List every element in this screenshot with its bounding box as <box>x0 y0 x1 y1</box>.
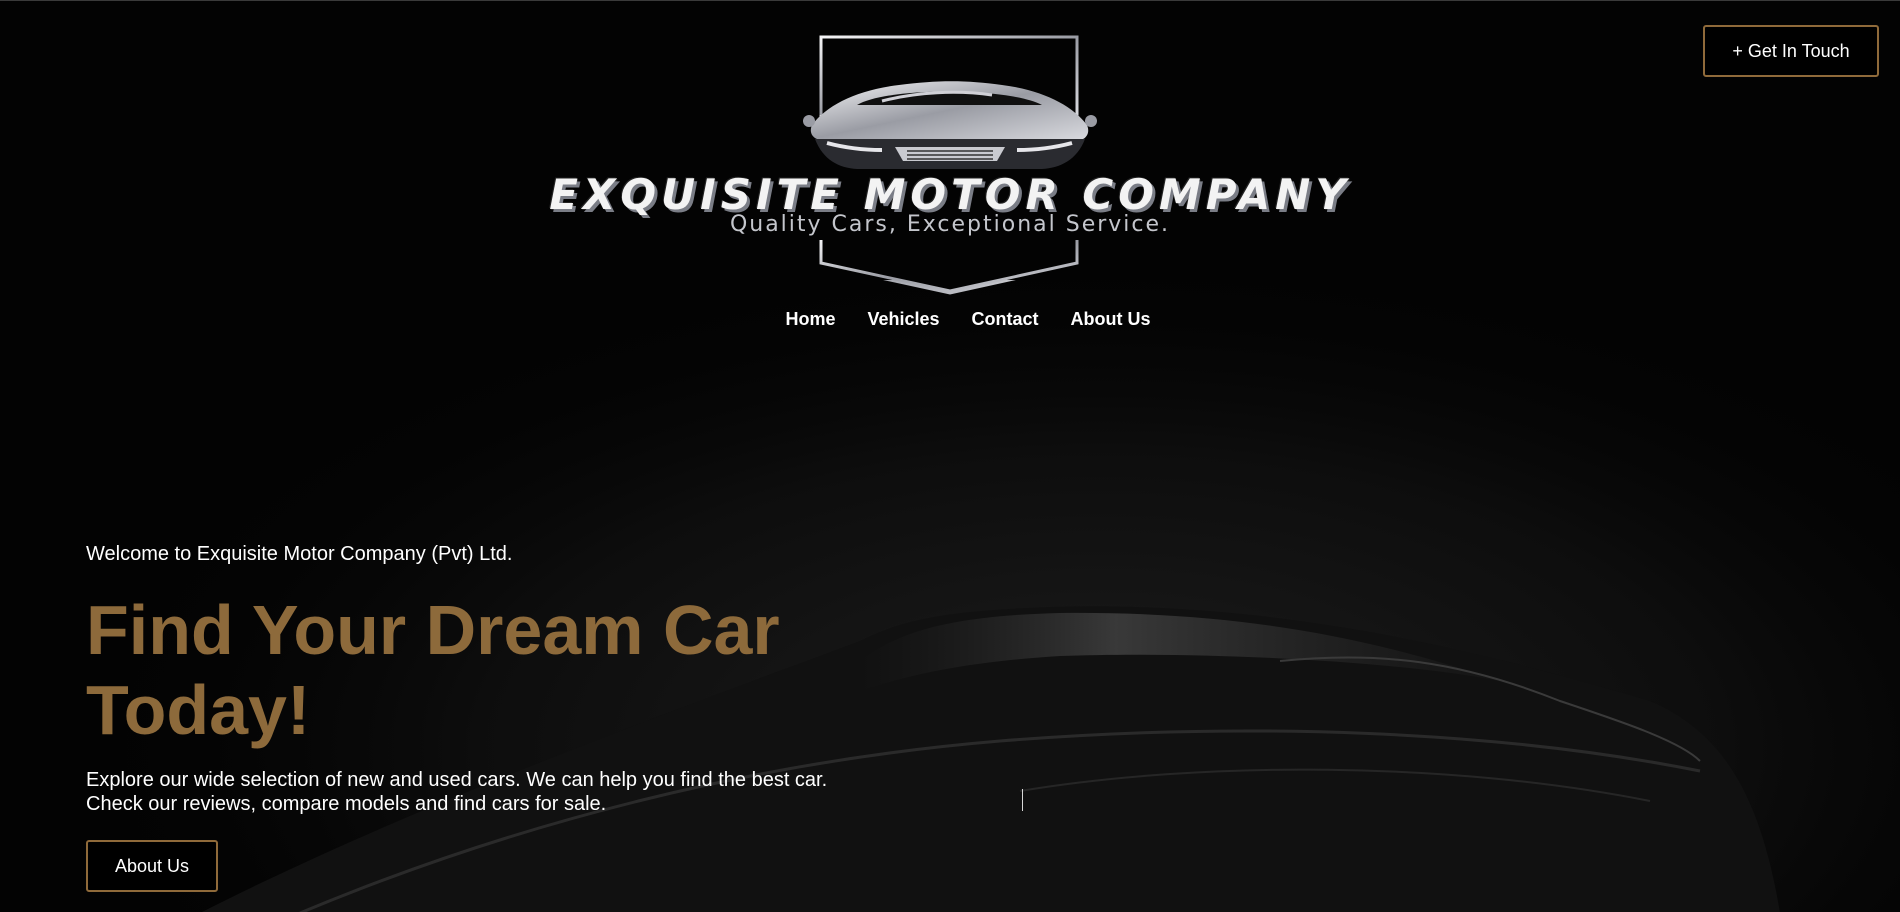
hero-description-line-1: Explore our wide selection of new and us… <box>86 769 828 791</box>
nav-item-vehicles[interactable]: Vehicles <box>867 309 939 330</box>
hero-headline: Find Your Dream Car Today! <box>86 591 780 749</box>
hero-section: Welcome to Exquisite Motor Company (Pvt)… <box>86 543 986 892</box>
main-navigation: Home Vehicles Contact About Us <box>0 309 1900 330</box>
page: + Get In Touch EXQUISITE MOTOR COMPANY Q… <box>0 0 1900 912</box>
car-shield-emblem <box>803 35 1097 295</box>
hero-description-line-2: Check our reviews, compare models and fi… <box>86 793 607 815</box>
nav-item-contact[interactable]: Contact <box>972 309 1039 330</box>
get-in-touch-button[interactable]: + Get In Touch <box>1703 25 1879 77</box>
logo-tagline: Quality Cars, Exceptional Service. <box>729 212 1171 237</box>
about-us-button[interactable]: About Us <box>86 840 218 892</box>
nav-item-about-us[interactable]: About Us <box>1071 309 1151 330</box>
text-cursor <box>1022 789 1023 811</box>
hero-welcome-text: Welcome to Exquisite Motor Company (Pvt)… <box>86 543 513 565</box>
company-logo[interactable]: EXQUISITE MOTOR COMPANY Quality Cars, Ex… <box>527 35 1373 297</box>
nav-item-home[interactable]: Home <box>785 309 835 330</box>
hero-description: Explore our wide selection of new and us… <box>86 768 906 816</box>
